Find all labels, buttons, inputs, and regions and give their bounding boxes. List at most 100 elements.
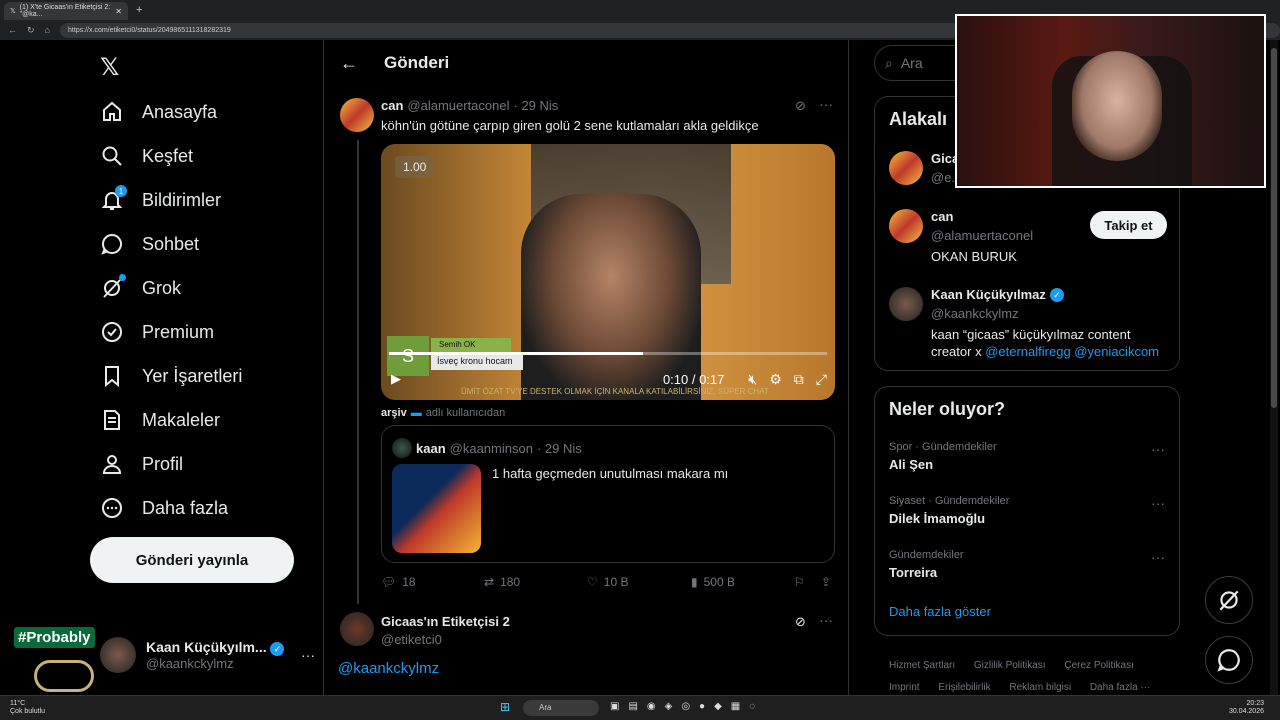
quote-handle: @kaanminson: [449, 440, 533, 456]
tweet-name[interactable]: can: [381, 98, 403, 113]
video-progress-bar[interactable]: [389, 352, 827, 355]
messages-floating-button[interactable]: [1205, 636, 1253, 684]
page-scrollbar[interactable]: [1270, 40, 1278, 695]
footer-link[interactable]: Gizlilik Politikası: [974, 660, 1046, 671]
footer-link[interactable]: Çerez Politikası: [1064, 660, 1133, 671]
new-tab-icon[interactable]: +: [136, 4, 142, 16]
reply-button[interactable]: 💬︎ 18: [381, 575, 416, 589]
close-tab-icon[interactable]: ✕: [115, 7, 122, 16]
verified-badge-icon: ✓: [1049, 287, 1064, 302]
nav-bookmarks[interactable]: Yer İşaretleri: [100, 356, 242, 396]
account-switcher[interactable]: Kaan Küçükyılm... ✓ @kaankckylmz ···: [100, 630, 315, 680]
quote-author: kaan @kaanminson · 29 Nis: [392, 438, 582, 458]
nav-more[interactable]: Daha fazla: [100, 488, 228, 528]
nav-profile[interactable]: Profil: [100, 444, 183, 484]
retweet-button[interactable]: ⇄ 180: [484, 575, 520, 589]
reply-handle[interactable]: @etiketci0: [381, 632, 442, 647]
person-icon: [100, 452, 124, 476]
tweet-handle[interactable]: @alamuertaconel: [407, 98, 509, 113]
trend-item[interactable]: Gündemdekiler Torreira ···: [889, 549, 1165, 580]
post-header: ← Gönderi: [324, 40, 849, 86]
trends-card: Neler oluyor? Spor · Gündemdekiler Ali Ş…: [874, 386, 1180, 636]
nav-premium[interactable]: Premium: [100, 312, 214, 352]
footer-link[interactable]: Hizmet Şartları: [889, 660, 955, 671]
nav-chat[interactable]: Sohbet: [100, 224, 199, 264]
system-clock[interactable]: 20:23 30.04.2026: [1229, 700, 1264, 716]
footer-link[interactable]: Daha fazla ···: [1090, 682, 1151, 693]
nav-explore[interactable]: Keşfet: [100, 136, 193, 176]
mute-icon[interactable]: 🔇︎: [748, 371, 757, 388]
follow-button[interactable]: Takip et: [1090, 211, 1167, 239]
nav-articles[interactable]: Makaleler: [100, 400, 220, 440]
x-logo-icon[interactable]: 𝕏: [100, 53, 119, 82]
grok-action-icon[interactable]: ⊘: [795, 614, 806, 630]
grok-floating-button[interactable]: [1205, 576, 1253, 624]
like-button[interactable]: ♡ 10 B: [587, 575, 628, 589]
nav-notifications[interactable]: 1 Bildirimler: [100, 180, 221, 220]
quoted-tweet[interactable]: kaan @kaanminson · 29 Nis 1 hafta geçmed…: [381, 425, 835, 563]
related-bio: kaan “gicaas” küçükyılmaz content creato…: [931, 327, 1160, 359]
video-player[interactable]: 1.00 S Semih OK İsveç kronu hocam ▶ 0:10…: [381, 144, 835, 400]
reply-avatar[interactable]: [340, 612, 374, 646]
chat-icon: [100, 232, 124, 256]
reply-name[interactable]: Gicaas'ın Etiketçisi 2: [381, 614, 510, 629]
refresh-icon[interactable]: ↻: [27, 25, 35, 36]
retweet-count: 180: [500, 575, 521, 589]
grok-icon: [1219, 590, 1239, 611]
trend-more-icon[interactable]: ···: [1151, 495, 1165, 511]
tab-title: (1) X'te Gicaas'ın Etiketçisi 2: "@ka...: [19, 4, 111, 18]
quote-text: 1 hafta geçmeden unutulması makara mı: [492, 466, 729, 481]
nav-label: Bildirimler: [142, 189, 222, 210]
settings-gear-icon[interactable]: ⚙: [769, 371, 782, 388]
post-button[interactable]: Gönderi yayınla: [90, 537, 294, 583]
reply-mention[interactable]: @kaankckylmz: [338, 660, 439, 677]
more-icon: [100, 496, 124, 520]
windows-start-icon[interactable]: ⊞: [500, 700, 510, 714]
bookmark-button[interactable]: ⚐: [794, 575, 805, 589]
trend-more-icon[interactable]: ···: [1151, 549, 1165, 565]
grok-action-icon[interactable]: ⊘: [795, 98, 806, 114]
tweet-actions: 💬︎ 18 ⇄ 180 ♡ 10 B ▮ 500 B ⚐ ⇪: [381, 575, 841, 595]
trend-category: Spor · Gündemdekiler: [889, 441, 997, 453]
scrollbar-thumb[interactable]: [1271, 48, 1277, 408]
tweet-date[interactable]: · 29 Nis: [514, 98, 559, 113]
browser-tab[interactable]: 𝕏 (1) X'te Gicaas'ın Etiketçisi 2: "@ka.…: [4, 2, 128, 20]
taskbar-search[interactable]: Ara: [523, 700, 599, 716]
footer-link[interactable]: Erişilebilirlik: [938, 682, 990, 693]
more-dots-icon[interactable]: ···: [301, 647, 315, 663]
show-more-link[interactable]: Daha fazla göster: [889, 604, 991, 619]
taskbar-app-icons[interactable]: ▣▤◉◈◎●◆▦◌: [610, 701, 764, 712]
home-browser-icon[interactable]: ⌂: [45, 25, 50, 35]
trend-category: Siyaset · Gündemdekiler: [889, 495, 1010, 507]
bio-links[interactable]: @eternalfiregg @yeniacikcom: [985, 344, 1159, 359]
trend-item[interactable]: Spor · Gündemdekiler Ali Şen ···: [889, 441, 1165, 472]
footer-link[interactable]: Imprint: [889, 682, 920, 693]
windows-taskbar: 11°C Çok bulutlu ⊞ Ara ▣▤◉◈◎●◆▦◌ 20:23 3…: [0, 695, 1280, 720]
tweet-more-icon[interactable]: ···: [819, 96, 833, 112]
play-icon[interactable]: ▶: [391, 371, 401, 387]
reply-count: 18: [402, 575, 416, 589]
nav-label: Sohbet: [142, 233, 200, 254]
reply-more-icon[interactable]: ···: [819, 612, 833, 628]
nav-grok[interactable]: Grok: [100, 268, 181, 308]
weather-widget[interactable]: 11°C Çok bulutlu: [10, 700, 45, 716]
back-icon[interactable]: ←: [8, 25, 17, 35]
quote-avatar: [392, 438, 412, 458]
fullscreen-icon[interactable]: ⤢: [816, 371, 827, 388]
views-button[interactable]: ▮ 500 B: [691, 575, 735, 589]
pip-icon[interactable]: ⧉: [794, 371, 804, 388]
trends-title: Neler oluyor?: [889, 399, 1006, 419]
playback-speed[interactable]: 1.00: [395, 156, 435, 178]
trend-more-icon[interactable]: ···: [1151, 441, 1165, 457]
quote-date: · 29 Nis: [536, 440, 582, 456]
thread-line: [357, 140, 359, 604]
via-name[interactable]: arşiv: [381, 407, 407, 419]
tweet-avatar[interactable]: [340, 98, 374, 132]
via-suffix: adlı kullanıcıdan: [425, 407, 506, 419]
back-arrow-icon[interactable]: ←: [340, 53, 358, 74]
footer-link[interactable]: Reklam bilgisi: [1009, 682, 1071, 693]
nav-home[interactable]: Anasayfa: [100, 92, 217, 132]
verified-badge-icon: ✓: [270, 642, 285, 656]
share-button[interactable]: ⇪: [821, 575, 831, 589]
trend-item[interactable]: Siyaset · Gündemdekiler Dilek İmamoğlu ·…: [889, 495, 1165, 526]
